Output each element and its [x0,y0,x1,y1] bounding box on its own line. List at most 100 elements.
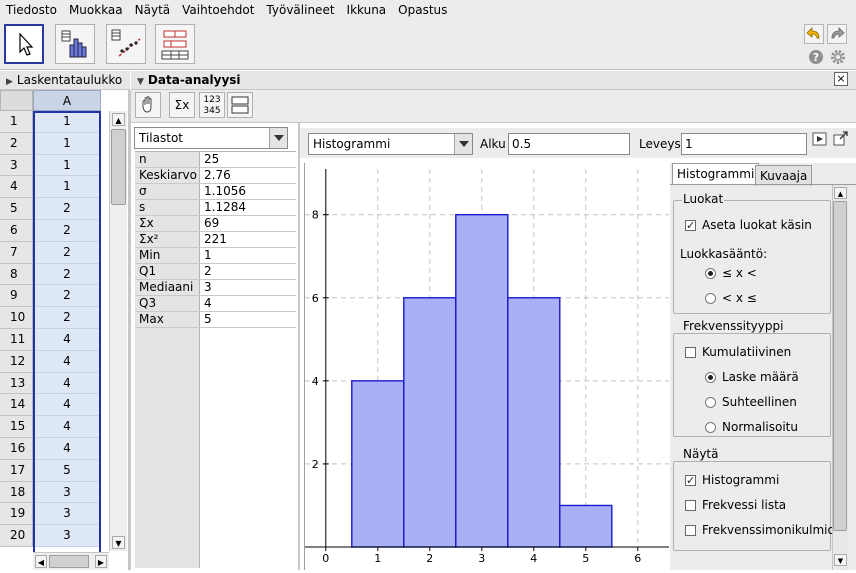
cell-a[interactable]: 3 [33,503,101,526]
close-icon[interactable]: × [834,72,848,86]
redo-button[interactable] [827,24,847,44]
row-header[interactable]: 8 [0,263,33,286]
row-header[interactable]: 4 [0,176,33,199]
options-scroll-thumb[interactable] [833,201,847,531]
cell-a[interactable]: 2 [33,285,101,308]
row-header[interactable]: 14 [0,394,33,417]
tab-histogram[interactable]: Histogrammi [672,163,760,184]
cell-a[interactable]: 4 [33,350,101,373]
menu-edit[interactable]: Muokkaa [63,0,129,20]
cell-a[interactable]: 4 [33,372,101,395]
normalize-radio[interactable]: Normalisoitu [705,419,798,435]
menu-window[interactable]: Ikkuna [341,0,393,20]
cell-a[interactable]: 1 [33,154,101,177]
stat-value[interactable]: 221 [200,232,296,247]
export-icon[interactable] [833,131,849,147]
multi-variable-analysis-button[interactable] [155,24,195,64]
scroll-up-icon[interactable]: ▲ [112,113,125,126]
row-header[interactable]: 3 [0,154,33,177]
panel-divider[interactable] [128,90,131,570]
row-header[interactable]: 9 [0,285,33,308]
sheet-vertical-scrollbar[interactable]: ▲ ▼ [109,111,127,551]
two-variable-regression-button[interactable] [106,24,146,64]
horizontal-scroll-thumb[interactable] [49,555,89,568]
stats-divider[interactable] [298,123,300,570]
plot-type-selector[interactable]: Histogrammi [308,133,473,155]
menu-view[interactable]: Näytä [129,0,177,20]
menu-file[interactable]: Tiedosto [0,0,63,20]
row-header[interactable]: 15 [0,416,33,438]
row-header[interactable]: 12 [0,350,33,373]
cell-a[interactable]: 3 [33,481,101,504]
row-header[interactable]: 17 [0,459,33,482]
row-header[interactable]: 5 [0,198,33,220]
menu-options[interactable]: Vaihtoehdot [176,0,260,20]
play-icon[interactable] [812,131,828,147]
sheet-corner[interactable] [0,90,33,111]
rule-left-closed-radio[interactable]: ≤ x < [705,265,757,281]
stat-value[interactable]: 2 [200,264,296,279]
tab-graph[interactable]: Kuvaaja [755,165,813,186]
stat-value[interactable]: 25 [200,152,296,167]
cell-a[interactable]: 2 [33,307,101,329]
start-input[interactable]: 0.5 [508,133,630,155]
cell-a[interactable]: 4 [33,329,101,351]
options-scrollbar[interactable]: ▲ ▼ [832,185,848,570]
row-header[interactable]: 13 [0,372,33,395]
show-polygon-checkbox[interactable]: Frekvenssimonikulmio [685,522,835,538]
cell-a[interactable]: 2 [33,198,101,220]
undo-button[interactable] [804,24,824,44]
menu-help[interactable]: Opastus [392,0,453,20]
scroll-left-icon[interactable]: ◀ [35,555,47,568]
stat-value[interactable]: 2.76 [200,168,296,183]
row-header[interactable]: 6 [0,220,33,242]
row-header[interactable]: 1 [0,111,33,133]
stat-value[interactable]: 69 [200,216,296,231]
row-header[interactable]: 10 [0,307,33,329]
analysis-panel-header[interactable]: ▼ Data-analyysi × [131,71,856,90]
help-icon[interactable]: ? [808,49,824,65]
gear-icon[interactable] [830,49,846,65]
row-header[interactable]: 11 [0,329,33,351]
sheet-horizontal-scrollbar[interactable]: ◀ ▶ [33,552,109,570]
cell-a[interactable]: 2 [33,220,101,242]
scroll-right-icon[interactable]: ▶ [95,555,107,568]
row-header[interactable]: 2 [0,132,33,155]
collapse-triangle-icon[interactable]: ▼ [137,73,144,91]
cell-a[interactable]: 3 [33,525,101,547]
column-header-a[interactable]: A [33,90,101,111]
stat-value[interactable]: 3 [200,280,296,295]
row-header[interactable]: 18 [0,481,33,504]
row-header[interactable]: 7 [0,241,33,264]
move-tool-button[interactable] [4,24,44,64]
expand-triangle-icon[interactable]: ▶ [6,73,13,91]
show-histogram-checkbox[interactable]: Histogrammi [685,472,779,489]
cumulative-checkbox[interactable]: Kumulatiivinen [685,344,791,360]
histogram-plot[interactable]: 0 1 2 3 4 5 6 2 4 6 8 [304,163,669,570]
row-header[interactable]: 19 [0,503,33,526]
statistics-toggle-button[interactable]: Σx [169,92,195,118]
cell-a[interactable]: 4 [33,394,101,417]
cell-a[interactable]: 4 [33,416,101,438]
relative-radio[interactable]: Suhteellinen [705,394,797,410]
spreadsheet-panel-header[interactable]: ▶ Laskentataulukko [0,71,130,90]
stat-value[interactable]: 4 [200,296,296,311]
count-radio[interactable]: Laske määrä [705,369,799,385]
sheet-scroll-thumb[interactable] [111,129,126,205]
cell-a[interactable]: 4 [33,438,101,460]
show-frequency-list-checkbox[interactable]: Frekvessi lista [685,497,786,513]
one-variable-analysis-button[interactable] [55,24,95,64]
second-plot-button[interactable] [227,92,253,118]
cell-a[interactable]: 2 [33,263,101,286]
cell-a[interactable]: 2 [33,241,101,264]
cell-a[interactable]: 1 [33,176,101,199]
drag-data-button[interactable] [135,92,161,118]
data-view-button[interactable]: 123 345 [199,92,225,118]
options-scroll-up-icon[interactable]: ▲ [834,187,847,199]
manual-classes-checkbox[interactable]: Aseta luokat käsin [685,217,812,234]
chevron-down-icon[interactable] [269,128,287,148]
stat-value[interactable]: 1.1056 [200,184,296,199]
cell-a[interactable]: 1 [33,132,101,155]
options-scroll-down-icon[interactable]: ▼ [834,554,847,566]
stat-value[interactable]: 5 [200,312,296,327]
